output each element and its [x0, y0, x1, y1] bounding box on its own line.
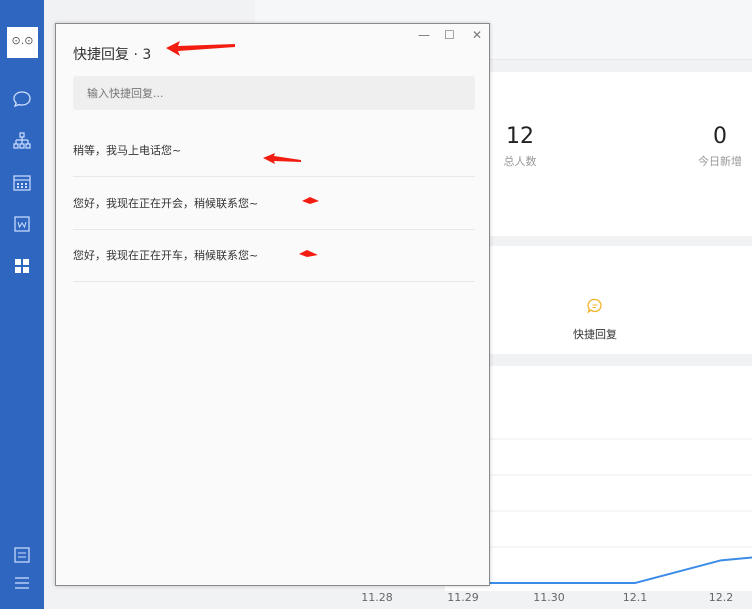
reply-bubble-icon	[587, 298, 602, 314]
x-tick-label: 12.2	[708, 591, 734, 604]
series-line	[377, 556, 752, 584]
x-tick-label: 11.28	[361, 591, 393, 604]
close-button[interactable]: ✕	[472, 28, 482, 42]
stat-label: 今日新增	[698, 155, 742, 168]
dialog-title: 快捷回复 · 3	[73, 47, 152, 63]
stat-total: 12 总人数	[485, 124, 555, 169]
x-tick-label: 12.1	[622, 591, 648, 604]
chart-card	[377, 366, 752, 591]
x-tick-label: 11.29	[447, 591, 479, 604]
maximize-button[interactable]: ☐	[444, 28, 455, 42]
sidebar: ⊙.⊙	[0, 0, 44, 609]
quick-reply-item[interactable]: 稍等，我马上电话您~	[73, 124, 475, 177]
word-icon[interactable]	[12, 214, 32, 234]
quick-reply-item[interactable]: 您好，我现在正在开车，稍候联系您~	[73, 229, 475, 282]
stat-label: 总人数	[503, 155, 537, 168]
apps-icon[interactable]	[12, 256, 32, 276]
stats-card: 12 总人数 0 今日新增	[445, 72, 752, 236]
quick-reply-search-input[interactable]	[73, 76, 475, 110]
stat-today: 0 今日新增	[685, 124, 752, 169]
stat-value: 12	[506, 124, 534, 149]
app-logo: ⊙.⊙	[7, 27, 38, 58]
menu-icon[interactable]	[12, 573, 32, 593]
org-icon[interactable]	[12, 131, 32, 151]
minimize-button[interactable]: —	[418, 28, 430, 42]
chat-icon[interactable]	[12, 89, 32, 109]
settings-icon[interactable]	[12, 545, 32, 565]
calendar-icon[interactable]	[12, 173, 32, 193]
tools-card: 快捷回复	[445, 246, 752, 354]
line-chart	[377, 438, 752, 584]
shortcut-reply-tool[interactable]: 快捷回复	[555, 298, 635, 342]
x-tick-label: 11.30	[533, 591, 565, 604]
stat-value: 0	[713, 124, 727, 149]
quick-reply-dialog: — ☐ ✕ 快捷回复 · 3 稍等，我马上电话您~ 您好，我现在正在开会，稍候联…	[55, 23, 490, 586]
shortcut-label: 快捷回复	[573, 328, 617, 341]
quick-reply-item[interactable]: 您好，我现在正在开会，稍候联系您~	[73, 177, 475, 230]
